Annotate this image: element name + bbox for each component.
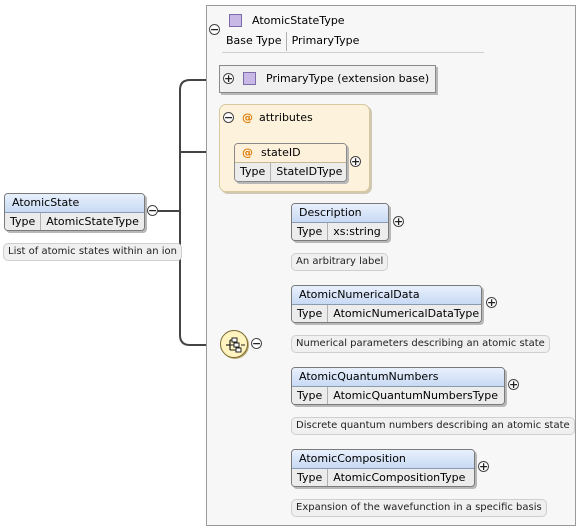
- root-element-node[interactable]: AtomicState Type AtomicStateType: [4, 193, 145, 231]
- sequence-compositor-icon[interactable]: [220, 330, 248, 358]
- attribute-head: @ stateID: [235, 144, 346, 163]
- collapse-toggle-icon[interactable]: −: [251, 338, 262, 349]
- element-doc: Numerical parameters describing an atomi…: [291, 335, 550, 353]
- complex-type-name: AtomicStateType: [252, 14, 345, 27]
- element-node-atomic-composition[interactable]: AtomicComposition Type AtomicComposition…: [291, 449, 475, 487]
- type-value: AtomicNumericalDataType: [333, 307, 480, 320]
- complex-type-icon: [229, 14, 242, 27]
- type-value: StateIDType: [276, 165, 343, 178]
- attribute-node-stateid[interactable]: @ stateID Type StateIDType: [234, 143, 347, 182]
- root-element-type-row: Type AtomicStateType: [5, 213, 144, 230]
- attribute-icon: @: [242, 111, 253, 124]
- expand-toggle-icon[interactable]: +: [508, 379, 519, 390]
- base-type-label: Base Type: [222, 32, 287, 51]
- element-node-atomic-numerical-data[interactable]: AtomicNumericalData Type AtomicNumerical…: [291, 285, 482, 323]
- type-key: Type: [292, 223, 329, 240]
- type-key: Type: [292, 387, 329, 404]
- expand-toggle-icon[interactable]: +: [350, 156, 361, 167]
- element-node-atomic-quantum-numbers[interactable]: AtomicQuantumNumbers Type AtomicQuantumN…: [291, 367, 505, 405]
- type-value: AtomicQuantumNumbersType: [333, 389, 498, 402]
- collapse-toggle-icon[interactable]: −: [223, 112, 234, 123]
- element-type-row: Type AtomicNumericalDataType: [292, 305, 481, 322]
- root-element-name: AtomicState: [5, 194, 144, 213]
- base-type-row: Base Type PrimaryType: [222, 32, 364, 51]
- expand-toggle-icon[interactable]: +: [478, 461, 489, 472]
- base-type-value: PrimaryType: [291, 34, 360, 47]
- type-key: Type: [292, 469, 329, 486]
- element-node-description[interactable]: Description Type xs:string: [291, 203, 389, 241]
- type-value: xs:string: [333, 225, 381, 238]
- element-type-row: Type xs:string: [292, 223, 388, 240]
- attribute-name: stateID: [261, 146, 301, 159]
- element-doc: Expansion of the wavefunction in a speci…: [291, 499, 547, 517]
- element-name: AtomicComposition: [292, 450, 474, 469]
- extension-base-label: PrimaryType (extension base): [266, 72, 430, 85]
- element-type-row: Type AtomicCompositionType: [292, 469, 474, 486]
- type-key: Type: [292, 305, 329, 322]
- element-type-row: Type AtomicQuantumNumbersType: [292, 387, 504, 404]
- collapse-toggle-icon[interactable]: −: [209, 24, 220, 35]
- type-value: AtomicStateType: [46, 215, 139, 228]
- element-name: AtomicQuantumNumbers: [292, 368, 504, 387]
- attribute-type-row: Type StateIDType: [235, 163, 346, 181]
- attributes-title: attributes: [259, 111, 313, 124]
- element-doc: Discrete quantum numbers describing an a…: [291, 417, 575, 435]
- element-name: Description: [292, 204, 388, 223]
- element-name: AtomicNumericalData: [292, 286, 481, 305]
- expand-toggle-icon[interactable]: +: [223, 73, 234, 84]
- type-key: Type: [235, 163, 272, 181]
- expand-toggle-icon[interactable]: +: [393, 216, 404, 227]
- attribute-icon: @: [242, 146, 253, 159]
- type-value: AtomicCompositionType: [333, 471, 466, 484]
- collapse-toggle-icon[interactable]: −: [147, 205, 158, 216]
- complex-type-icon: [243, 72, 256, 85]
- element-doc: An arbitrary label: [291, 253, 389, 271]
- divider: [222, 52, 484, 53]
- root-element-doc: List of atomic states within an ion: [3, 243, 182, 261]
- type-key: Type: [5, 213, 42, 230]
- expand-toggle-icon[interactable]: +: [486, 297, 497, 308]
